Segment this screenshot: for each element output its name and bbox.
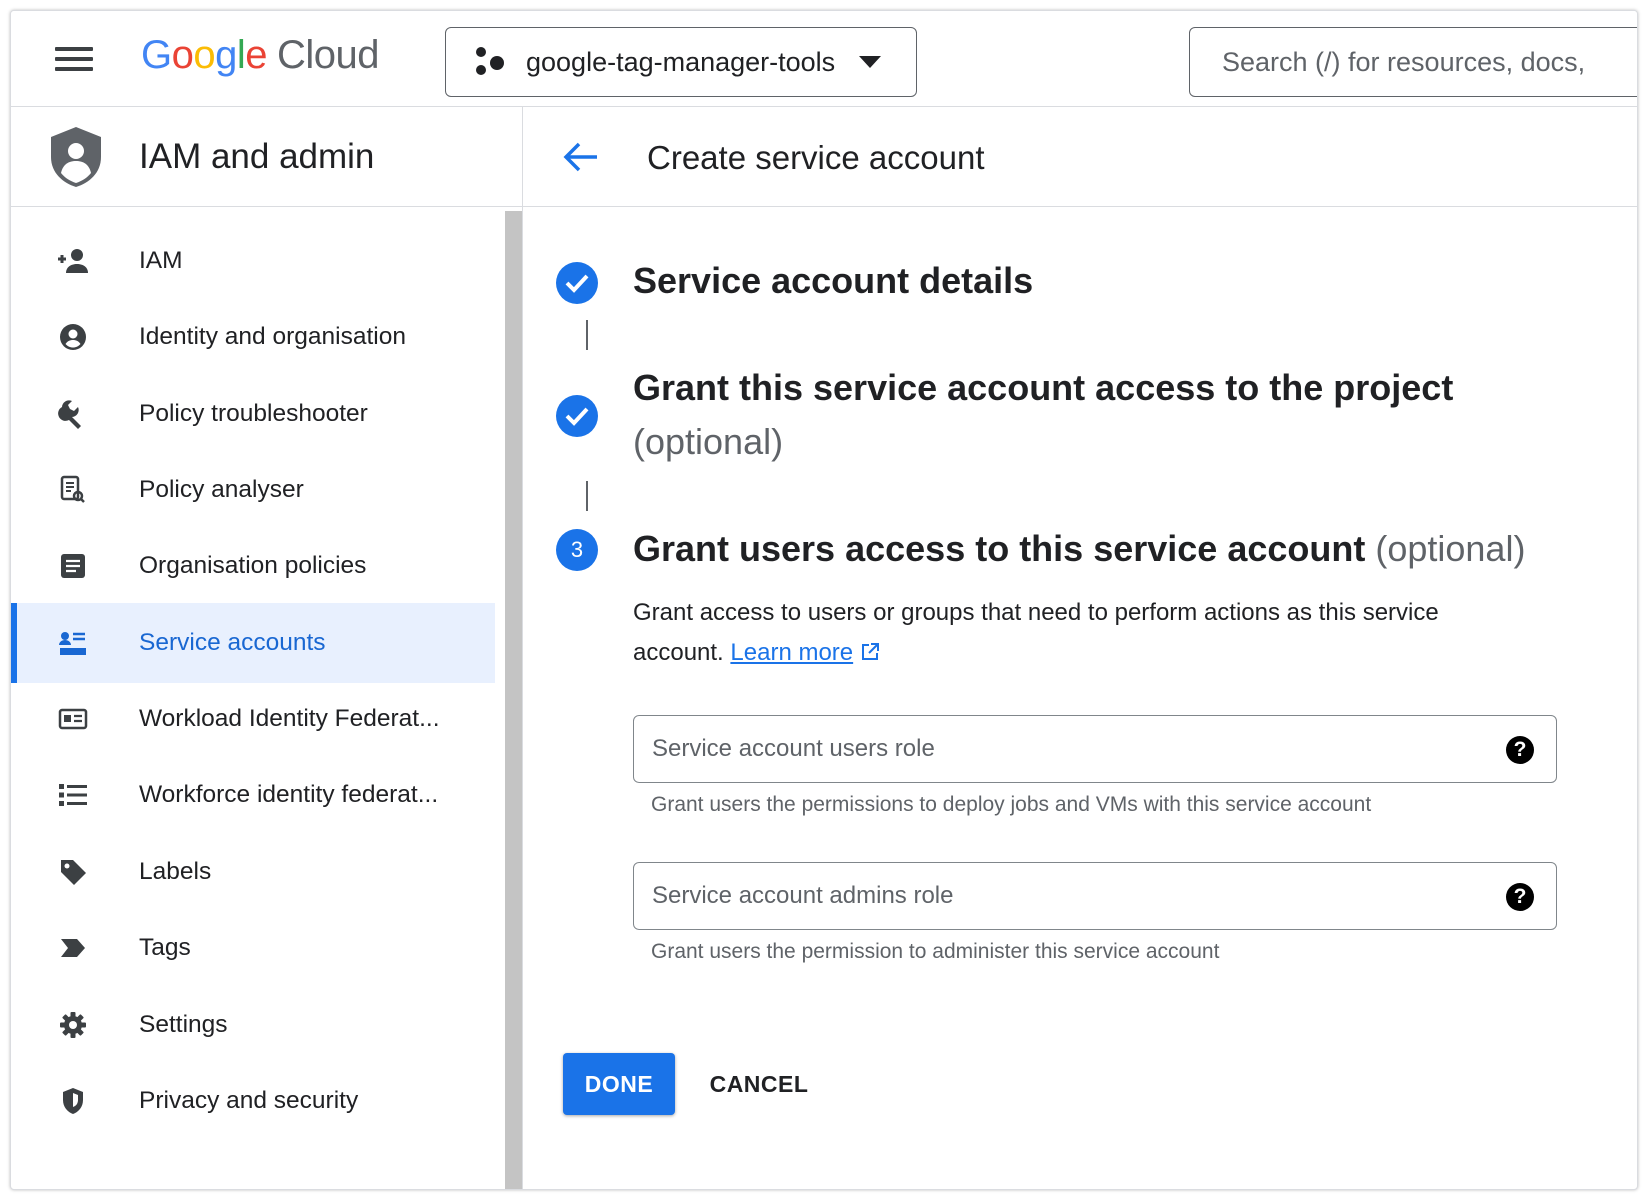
sidebar-item-workforce-identity-federation[interactable]: Workforce identity federat... (11, 755, 495, 835)
service-account-admins-role-field[interactable]: ? (633, 862, 1557, 930)
step-1-check-icon (556, 262, 598, 304)
app-window: GoogleCloud google-tag-manager-tools IAM… (10, 10, 1638, 1190)
search-box[interactable] (1189, 27, 1637, 97)
step-2-check-icon (556, 395, 598, 437)
step-2-title[interactable]: Grant this service account access to the… (633, 361, 1533, 469)
id-card-icon (55, 701, 91, 737)
label-icon (55, 854, 91, 890)
sidebar-title: IAM and admin (139, 137, 375, 176)
learn-more-link[interactable]: Learn more (730, 639, 853, 666)
sidebar-header: IAM and admin (11, 107, 523, 207)
help-icon[interactable]: ? (1506, 883, 1534, 911)
admins-role-hint: Grant users the permission to administer… (651, 940, 1220, 963)
sidebar-item-policy-analyser[interactable]: Policy analyser (11, 450, 495, 530)
search-input[interactable] (1190, 28, 1637, 96)
sidebar-nav: IAM Identity and organisation Policy tro… (11, 207, 523, 1189)
add-person-icon (55, 243, 91, 279)
done-button[interactable]: DONE (563, 1053, 675, 1115)
project-picker[interactable]: google-tag-manager-tools (445, 27, 917, 97)
top-bar: Google Cloud google-tag-manager-tools (11, 11, 1637, 107)
document-search-icon (55, 472, 91, 508)
sidebar-item-organisation-policies[interactable]: Organisation policies (11, 526, 495, 606)
bulleted-list-icon (55, 777, 91, 813)
sidebar-item-settings[interactable]: Settings (11, 985, 495, 1065)
sidebar-scrollbar[interactable] (505, 211, 522, 1189)
sidebar-item-service-accounts[interactable]: Service accounts (11, 603, 495, 683)
external-link-icon (861, 643, 879, 660)
sidebar-item-identity-organisation[interactable]: Identity and organisation (11, 297, 495, 377)
hamburger-menu-icon[interactable] (55, 41, 99, 77)
service-account-icon (55, 625, 91, 661)
step-description: Grant access to users or groups that nee… (633, 599, 1439, 666)
service-account-users-role-field[interactable]: ? (633, 715, 1557, 783)
iam-shield-icon (51, 127, 101, 187)
caret-down-icon (859, 56, 882, 68)
sidebar-item-policy-troubleshooter[interactable]: Policy troubleshooter (11, 374, 495, 454)
shield-icon (55, 1083, 91, 1119)
gear-icon (55, 1007, 91, 1043)
sidebar-item-tags[interactable]: Tags (11, 908, 495, 988)
step-connector (586, 320, 588, 350)
tag-arrow-icon (55, 930, 91, 966)
help-icon[interactable]: ? (1506, 736, 1534, 764)
sidebar-item-iam[interactable]: IAM (11, 221, 495, 301)
sidebar-item-privacy-security[interactable]: Privacy and security (11, 1061, 495, 1141)
project-dots-icon (474, 45, 508, 79)
step-connector (586, 481, 588, 511)
sidebar-item-workload-identity-federation[interactable]: Workload Identity Federat... (11, 679, 495, 759)
google-cloud-logo[interactable]: Google Cloud (141, 33, 380, 78)
back-arrow-icon[interactable] (559, 135, 603, 179)
sidebar-item-labels[interactable]: Labels (11, 832, 495, 912)
admins-role-input[interactable] (634, 863, 1474, 929)
project-name: google-tag-manager-tools (526, 46, 836, 77)
main-header: Create service account (523, 107, 1637, 207)
cancel-button[interactable]: CANCEL (701, 1053, 817, 1115)
wrench-icon (55, 396, 91, 432)
users-role-input[interactable] (634, 716, 1474, 782)
users-role-hint: Grant users the permissions to deploy jo… (651, 793, 1372, 816)
step-1-title[interactable]: Service account details (633, 254, 1033, 308)
step-3-title: Grant users access to this service accou… (633, 528, 1526, 569)
page-title: Create service account (647, 139, 985, 176)
list-document-icon (55, 548, 91, 584)
step-3-number-icon: 3 (556, 529, 598, 571)
account-circle-icon (55, 319, 91, 355)
